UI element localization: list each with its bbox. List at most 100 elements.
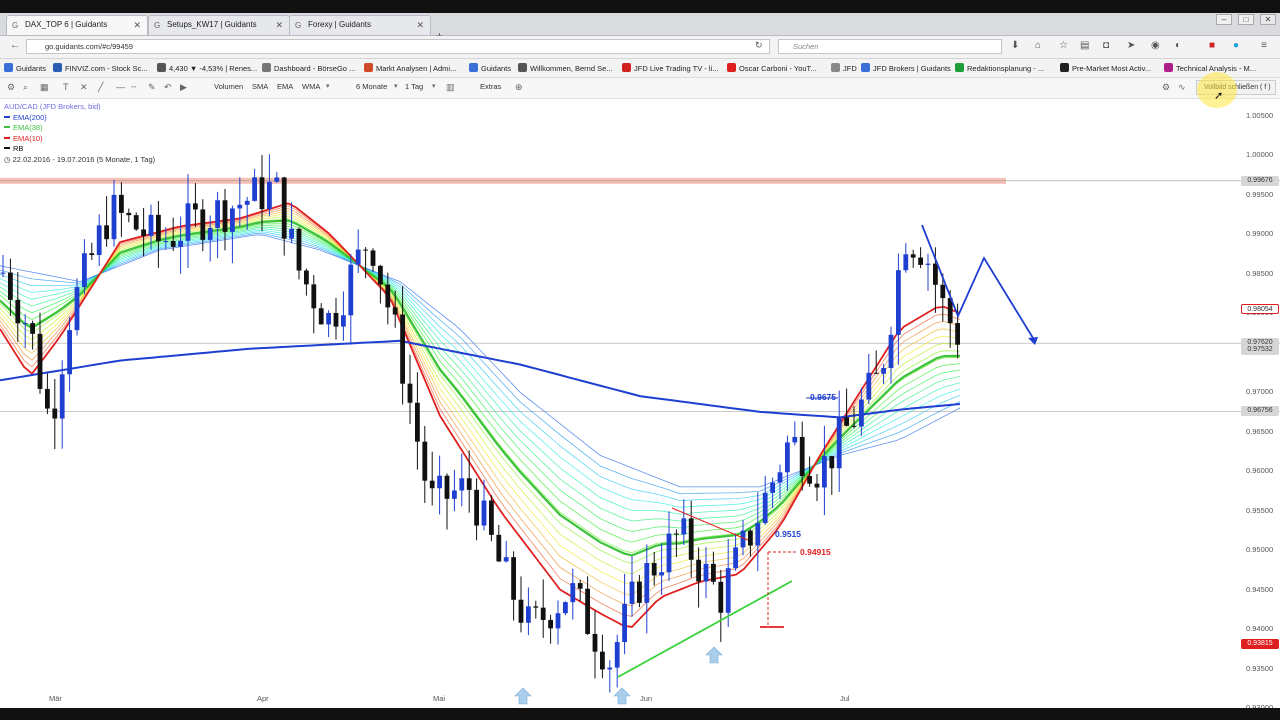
candle-body xyxy=(511,557,516,600)
y-tick-label: 0.97000 xyxy=(1246,387,1274,397)
price-chart[interactable] xyxy=(0,0,1280,720)
candle-body xyxy=(141,229,146,236)
candle-body xyxy=(230,208,235,232)
candle-body xyxy=(156,214,161,242)
candle-body xyxy=(792,436,798,443)
candle-body xyxy=(82,253,87,288)
candle-body xyxy=(289,228,294,239)
candle-body xyxy=(0,272,6,274)
x-tick-label: Jul xyxy=(840,694,850,703)
candle-body xyxy=(518,599,524,623)
ema-ribbon-line xyxy=(0,231,961,502)
up-arrow-icon xyxy=(613,687,631,705)
ema-ribbon-line xyxy=(0,218,961,564)
y-tick-label: 0.95500 xyxy=(1246,505,1274,515)
candle-body xyxy=(178,240,183,247)
date-range-label: ◷ 22.02.2016 - 19.07.2016 (5 Monate, 1 T… xyxy=(4,154,156,164)
candle-body xyxy=(119,194,124,213)
candle-body xyxy=(777,472,783,483)
y-tick-label: 0.98500 xyxy=(1246,268,1274,278)
y-tick-label: 0.99000 xyxy=(1246,229,1274,239)
projection-arrow xyxy=(921,224,1034,339)
candle-body xyxy=(614,642,620,668)
candle-body xyxy=(651,562,657,576)
legend-ema38[interactable]: EMA(38) xyxy=(4,123,155,134)
candle-body xyxy=(629,581,635,604)
candle-body xyxy=(370,250,376,266)
legend-ema200[interactable]: EMA(200) xyxy=(4,113,155,124)
candle-body xyxy=(333,313,339,327)
candle-body xyxy=(311,284,317,309)
y-tick-label: 1.00000 xyxy=(1246,150,1274,160)
candle-body xyxy=(96,225,102,256)
candle-body xyxy=(955,323,960,345)
candle-body xyxy=(592,633,598,652)
legend-rb[interactable]: RB xyxy=(4,144,155,155)
candle-body xyxy=(363,249,368,251)
candle-body xyxy=(170,241,176,247)
candle-body xyxy=(637,581,642,603)
clock-icon: ◷ xyxy=(4,154,13,164)
candle-body xyxy=(326,313,331,325)
instrument-label: AUD/CAD (JFD Brokers, bid) xyxy=(4,102,101,111)
x-tick-label: Jun xyxy=(640,694,653,703)
candle-body xyxy=(888,334,894,368)
candle-body xyxy=(681,518,687,535)
y-tick-label: 0.95000 xyxy=(1246,545,1274,555)
candle-body xyxy=(659,572,664,576)
candle-body xyxy=(822,456,827,488)
candle-body xyxy=(496,534,502,562)
ema-ribbon-line xyxy=(0,226,961,522)
candle-body xyxy=(148,214,154,236)
candle-body xyxy=(844,417,849,426)
up-arrow-icon xyxy=(705,646,723,664)
candle-body xyxy=(444,475,450,499)
y-tick-label: 0.96000 xyxy=(1246,466,1274,476)
candle-body xyxy=(585,588,590,634)
legend-ema10[interactable]: EMA(10) xyxy=(4,134,155,145)
annotation-label: 0.94915 xyxy=(800,547,831,557)
annotation-label: 0.9675 xyxy=(810,392,836,402)
candle-body xyxy=(37,333,43,389)
candle-body xyxy=(696,559,701,582)
candle-body xyxy=(762,492,768,524)
legend-swatch xyxy=(4,126,10,128)
candle-body xyxy=(474,489,479,526)
candle-body xyxy=(859,399,864,427)
up-arrow-icon xyxy=(514,687,532,705)
candle-body xyxy=(355,249,361,265)
candle-body xyxy=(30,323,35,334)
candle-body xyxy=(267,181,272,210)
candle-body xyxy=(429,480,435,489)
candle-body xyxy=(459,478,465,491)
candle-body xyxy=(45,388,50,409)
candle-body xyxy=(185,203,191,241)
candle-body xyxy=(925,263,931,265)
candle-body xyxy=(503,557,509,562)
candle-body xyxy=(8,272,13,300)
y-tick-label: 0.99500 xyxy=(1246,189,1274,199)
price-tag: 0.99676 xyxy=(1241,175,1279,186)
candle-body xyxy=(22,323,28,325)
ema-ribbon-line xyxy=(0,210,961,596)
ema38-line xyxy=(0,219,961,557)
candle-body xyxy=(866,372,872,400)
candle-body xyxy=(104,225,109,240)
candle-body xyxy=(555,613,561,629)
candle-body xyxy=(674,533,679,535)
candle-body xyxy=(548,619,553,629)
candle-body xyxy=(881,367,886,374)
candle-body xyxy=(163,241,169,243)
window-bottom-frame xyxy=(0,708,1280,720)
candle-body xyxy=(829,456,835,469)
legend-swatch xyxy=(4,147,10,149)
candle-body xyxy=(59,374,65,419)
ema-ribbon-line xyxy=(0,232,961,495)
x-tick-label: Mai xyxy=(433,694,446,703)
candle-body xyxy=(836,417,842,469)
price-tag: 0.93815 xyxy=(1241,638,1279,649)
ema-ribbon-line xyxy=(0,223,961,543)
candle-body xyxy=(563,602,568,614)
candle-body xyxy=(770,482,775,493)
candle-body xyxy=(452,490,457,499)
